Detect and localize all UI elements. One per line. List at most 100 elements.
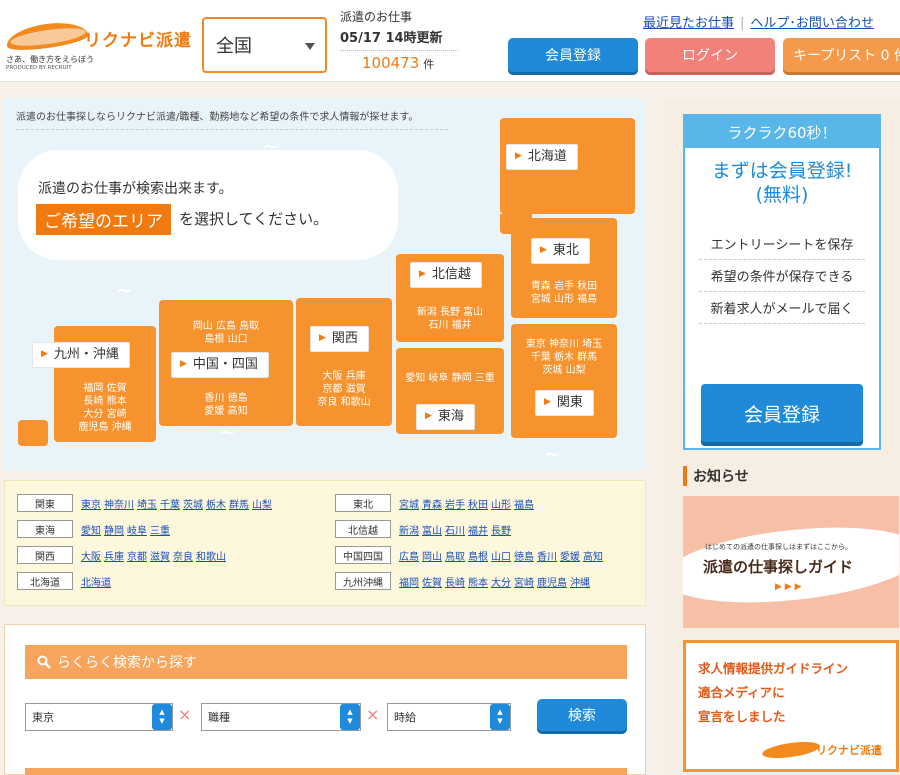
pref-link[interactable]: 大阪: [81, 552, 101, 563]
triangle-right-icon: ▶: [180, 359, 187, 370]
register-promo-head: ラクラク60秒！: [685, 116, 879, 148]
pref-link[interactable]: 埼玉: [137, 500, 157, 511]
area-select[interactable]: 東京 ▲ ▼: [25, 703, 173, 731]
pref-link[interactable]: 鹿児島: [537, 578, 567, 589]
region-kyushu-title[interactable]: ▶ 九州・沖縄: [32, 342, 130, 368]
pref-link[interactable]: 大分: [491, 578, 511, 589]
region-chugoku-shikoku[interactable]: 岡山 広島 鳥取 島根 山口 ▶ 中国・四国 香川 徳島 愛媛 高知: [159, 300, 293, 426]
sidebar-register-button[interactable]: 会員登録: [701, 384, 863, 442]
pref-link[interactable]: 愛媛: [560, 552, 580, 563]
pref-link[interactable]: 高知: [583, 552, 603, 563]
help-link[interactable]: ヘルプ･お問い合わせ: [750, 16, 874, 31]
pref-link[interactable]: 熊本: [468, 578, 488, 589]
pref-link[interactable]: 香川: [537, 552, 557, 563]
pref-link[interactable]: 千葉: [160, 500, 180, 511]
pref-link[interactable]: 新潟: [399, 526, 419, 537]
declaration-logo-name: リクナビ派遣: [816, 744, 882, 757]
pref-link[interactable]: 長野: [491, 526, 511, 537]
region-tokai-title[interactable]: ▶ 東海: [416, 404, 475, 430]
pref-link[interactable]: 滋賀: [150, 552, 170, 563]
logo-tagline: さあ、働き方をえらぼう: [6, 55, 94, 64]
pref-link[interactable]: 岐阜: [127, 526, 147, 537]
pref-link[interactable]: 群馬: [229, 500, 249, 511]
region-hokkaido[interactable]: ▶ 北海道: [500, 118, 635, 214]
pref-link[interactable]: 富山: [422, 526, 442, 537]
pay-type-select[interactable]: 時給 ▲ ▼: [387, 703, 511, 731]
pref-link[interactable]: 岡山: [422, 552, 442, 563]
search-button[interactable]: 検索: [537, 699, 627, 731]
link-separator: |: [740, 16, 745, 31]
easy-search-header: らくらく検索から探す: [25, 645, 627, 679]
region-hokushinetsu[interactable]: ▶ 北信越 新潟 長野 富山 石川 福井: [396, 254, 504, 342]
pref-link[interactable]: 茨城: [183, 500, 203, 511]
pref-link[interactable]: 宮城: [399, 500, 419, 511]
pref-link[interactable]: 鳥取: [445, 552, 465, 563]
pref-link[interactable]: 兵庫: [104, 552, 124, 563]
triangle-right-icon: ▶: [515, 151, 522, 162]
area-map: 派遣のお仕事探しならリクナビ派遣/職種、勤務地など希望の条件で求人情報が探せます…: [4, 98, 646, 470]
region-kansai-title[interactable]: ▶ 関西: [310, 326, 369, 352]
region-tohoku[interactable]: ▶ 東北 青森 岩手 秋田 宮城 山形 福島: [511, 218, 617, 318]
job-type-select-value: 職種: [208, 711, 230, 724]
pref-link[interactable]: 京都: [127, 552, 147, 563]
pref-link[interactable]: 広島: [399, 552, 419, 563]
pref-link[interactable]: 石川: [445, 526, 465, 537]
region-tokai[interactable]: 愛知 岐阜 静岡 三重 ▶ 東海: [396, 348, 504, 434]
region-kansai[interactable]: ▶ 関西 大阪 兵庫 京都 滋賀 奈良 和歌山: [296, 298, 392, 426]
area-select-value: 東京: [32, 711, 54, 724]
pref-link[interactable]: 福島: [514, 500, 534, 511]
logo-name: リクナビ派遣: [84, 31, 192, 51]
pref-link[interactable]: 奈良: [173, 552, 193, 563]
pref-link[interactable]: 山口: [491, 552, 511, 563]
pref-links: 愛知 静岡 岐阜 三重: [81, 522, 173, 537]
region-label: 九州沖縄: [335, 572, 391, 590]
keep-list-button[interactable]: キープリスト 0 件: [783, 38, 900, 72]
job-search-guide-banner[interactable]: はじめての派遣の仕事探しはまずはここから。 派遣の仕事探しガイド ▶ ▶ ▶: [683, 496, 899, 628]
region-hokushinetsu-title[interactable]: ▶ 北信越: [410, 262, 482, 288]
region-kyushu-okinawa[interactable]: ▶ 九州・沖縄 福岡 佐賀 長崎 熊本 大分 宮崎 鹿児島 沖縄: [32, 326, 156, 442]
pref-link[interactable]: 島根: [468, 552, 488, 563]
pref-link[interactable]: 神奈川: [104, 500, 134, 511]
triangle-right-icon: ▶: [419, 269, 426, 280]
region-tokai-prefs: 愛知 岐阜 静岡 三重: [405, 373, 495, 384]
pref-link[interactable]: 山形: [491, 500, 511, 511]
pref-link[interactable]: 三重: [150, 526, 170, 537]
pref-link[interactable]: 徳島: [514, 552, 534, 563]
region-label: 東北: [335, 494, 391, 512]
region-kanto-title[interactable]: ▶ 関東: [535, 390, 594, 416]
pref-link[interactable]: 福井: [468, 526, 488, 537]
list-item: 東北 宮城 青森 岩手 秋田 山形 福島: [335, 493, 537, 513]
triangle-right-icon: ▶: [41, 349, 48, 360]
pref-link[interactable]: 東京: [81, 500, 101, 511]
guideline-declaration-banner[interactable]: 求人情報提供ガイドライン 適合メディアに 宣言をしました リクナビ派遣: [683, 640, 899, 772]
register-button[interactable]: 会員登録: [508, 38, 638, 72]
pref-link[interactable]: 山梨: [252, 500, 272, 511]
region-chugoku-title[interactable]: ▶ 中国・四国: [171, 352, 269, 378]
login-button[interactable]: ログイン: [645, 38, 775, 72]
pref-link[interactable]: 和歌山: [196, 552, 226, 563]
region-hokkaido-title[interactable]: ▶ 北海道: [506, 144, 578, 170]
pref-link[interactable]: 福岡: [399, 578, 419, 589]
pref-links: 福岡 佐賀 長崎 熊本 大分 宮崎 鹿児島 沖縄: [399, 574, 593, 589]
region-kanto[interactable]: 東京 神奈川 埼玉 千葉 栃木 群馬 茨城 山梨 ▶ 関東: [511, 324, 617, 438]
pref-link[interactable]: 愛知: [81, 526, 101, 537]
pref-link[interactable]: 栃木: [206, 500, 226, 511]
pref-link[interactable]: 北海道: [81, 578, 111, 589]
easy-search-title: らくらく検索から探す: [57, 655, 197, 671]
pref-link[interactable]: 岩手: [445, 500, 465, 511]
region-label: 関東: [17, 494, 73, 512]
logo-swoosh-icon: [761, 739, 821, 761]
pref-link[interactable]: 沖縄: [570, 578, 590, 589]
pref-link[interactable]: 宮崎: [514, 578, 534, 589]
pref-link[interactable]: 静岡: [104, 526, 124, 537]
job-type-select[interactable]: 職種 ▲ ▼: [201, 703, 361, 731]
pref-link[interactable]: 青森: [422, 500, 442, 511]
region-select[interactable]: 全国: [202, 17, 327, 73]
region-tohoku-title[interactable]: ▶ 東北: [531, 238, 590, 264]
site-logo[interactable]: リクナビ派遣 さあ、働き方をえらぼう PRODUCED BY RECRUIT: [4, 14, 196, 71]
pref-link[interactable]: 長崎: [445, 578, 465, 589]
recent-jobs-link[interactable]: 最近見たお仕事: [643, 16, 734, 31]
pref-link[interactable]: 佐賀: [422, 578, 442, 589]
triangle-right-icon: ▶: [319, 333, 326, 344]
pref-link[interactable]: 秋田: [468, 500, 488, 511]
